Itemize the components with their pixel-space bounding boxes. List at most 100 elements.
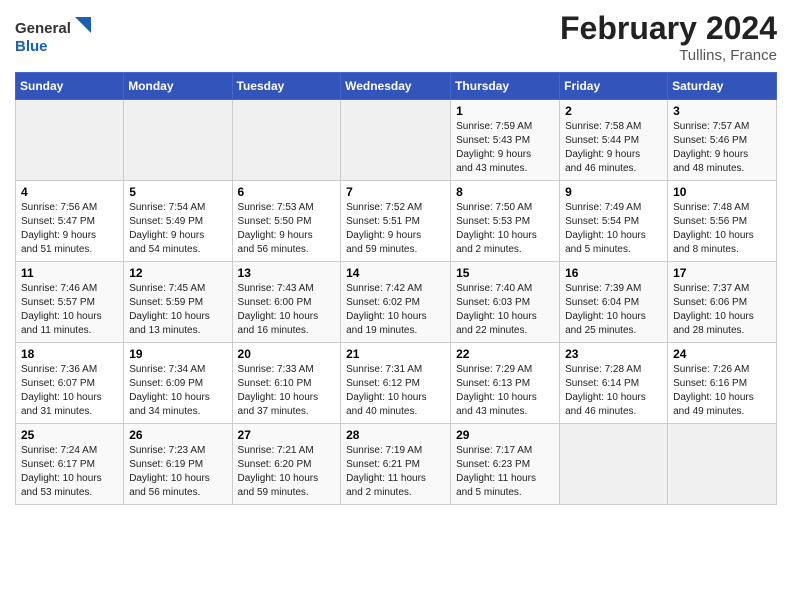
day-cell: 7 Sunrise: 7:52 AM Sunset: 5:51 PM Daylig… [341,181,451,262]
logo: GeneralBlue [15,15,95,55]
day-number: 9 [565,185,662,199]
day-number: 2 [565,104,662,118]
col-header-friday: Friday [560,73,668,100]
day-info: Sunrise: 7:39 AM Sunset: 6:04 PM Dayligh… [565,282,662,338]
day-number: 22 [456,347,554,361]
day-info: Sunrise: 7:33 AM Sunset: 6:10 PM Dayligh… [238,363,336,419]
day-info: Sunrise: 7:43 AM Sunset: 6:00 PM Dayligh… [238,282,336,338]
day-cell: 5 Sunrise: 7:54 AM Sunset: 5:49 PM Daylig… [124,181,232,262]
day-cell [668,424,777,505]
day-cell: 12 Sunrise: 7:45 AM Sunset: 5:59 PM Dayli… [124,262,232,343]
day-number: 29 [456,428,554,442]
location: Tullins, France [560,47,777,64]
day-cell: 26Sunrise: 7:23 AM Sunset: 6:19 PM Dayli… [124,424,232,505]
day-number: 18 [21,347,118,361]
day-info: Sunrise: 7:50 AM Sunset: 5:53 PM Dayligh… [456,201,554,257]
day-cell: 9 Sunrise: 7:49 AM Sunset: 5:54 PM Daylig… [560,181,668,262]
day-info: Sunrise: 7:31 AM Sunset: 6:12 PM Dayligh… [346,363,445,419]
day-cell: 2 Sunrise: 7:58 AM Sunset: 5:44 PM Daylig… [560,100,668,181]
day-number: 16 [565,266,662,280]
week-row-2: 4 Sunrise: 7:56 AM Sunset: 5:47 PM Daylig… [16,181,777,262]
col-header-wednesday: Wednesday [341,73,451,100]
col-header-saturday: Saturday [668,73,777,100]
day-cell: 1Sunrise: 7:59 AM Sunset: 5:43 PM Daylig… [451,100,560,181]
svg-text:Blue: Blue [15,38,48,55]
day-info: Sunrise: 7:42 AM Sunset: 6:02 PM Dayligh… [346,282,445,338]
day-number: 27 [238,428,336,442]
col-header-tuesday: Tuesday [232,73,341,100]
day-number: 28 [346,428,445,442]
day-info: Sunrise: 7:17 AM Sunset: 6:23 PM Dayligh… [456,444,554,500]
week-row-4: 18 Sunrise: 7:36 AM Sunset: 6:07 PM Dayli… [16,343,777,424]
day-info: Sunrise: 7:54 AM Sunset: 5:49 PM Dayligh… [129,201,226,257]
day-cell: 15 Sunrise: 7:40 AM Sunset: 6:03 PM Dayli… [451,262,560,343]
day-info: Sunrise: 7:24 AM Sunset: 6:17 PM Dayligh… [21,444,118,500]
calendar-header-row: SundayMondayTuesdayWednesdayThursdayFrid… [16,73,777,100]
day-number: 14 [346,266,445,280]
day-info: Sunrise: 7:19 AM Sunset: 6:21 PM Dayligh… [346,444,445,500]
day-cell: 21Sunrise: 7:31 AM Sunset: 6:12 PM Dayli… [341,343,451,424]
day-cell: 29 Sunrise: 7:17 AM Sunset: 6:23 PM Dayli… [451,424,560,505]
day-cell: 14 Sunrise: 7:42 AM Sunset: 6:02 PM Dayli… [341,262,451,343]
day-cell: 27 Sunrise: 7:21 AM Sunset: 6:20 PM Dayli… [232,424,341,505]
day-number: 19 [129,347,226,361]
day-info: Sunrise: 7:49 AM Sunset: 5:54 PM Dayligh… [565,201,662,257]
day-cell: 28 Sunrise: 7:19 AM Sunset: 6:21 PM Dayli… [341,424,451,505]
day-cell: 6Sunrise: 7:53 AM Sunset: 5:50 PM Daylig… [232,181,341,262]
day-number: 15 [456,266,554,280]
day-number: 7 [346,185,445,199]
day-number: 26 [129,428,226,442]
col-header-thursday: Thursday [451,73,560,100]
day-cell: 25 Sunrise: 7:24 AM Sunset: 6:17 PM Dayli… [16,424,124,505]
day-info: Sunrise: 7:52 AM Sunset: 5:51 PM Dayligh… [346,201,445,257]
day-cell: 3Sunrise: 7:57 AM Sunset: 5:46 PM Daylig… [668,100,777,181]
day-info: Sunrise: 7:58 AM Sunset: 5:44 PM Dayligh… [565,120,662,176]
day-cell: 24 Sunrise: 7:26 AM Sunset: 6:16 PM Dayli… [668,343,777,424]
day-info: Sunrise: 7:40 AM Sunset: 6:03 PM Dayligh… [456,282,554,338]
day-info: Sunrise: 7:26 AM Sunset: 6:16 PM Dayligh… [673,363,771,419]
day-cell: 23Sunrise: 7:28 AM Sunset: 6:14 PM Dayli… [560,343,668,424]
day-cell [124,100,232,181]
day-number: 20 [238,347,336,361]
day-info: Sunrise: 7:59 AM Sunset: 5:43 PM Dayligh… [456,120,554,176]
day-cell: 13 Sunrise: 7:43 AM Sunset: 6:00 PM Dayli… [232,262,341,343]
title-area: February 2024 Tullins, France [560,10,777,64]
day-info: Sunrise: 7:21 AM Sunset: 6:20 PM Dayligh… [238,444,336,500]
day-info: Sunrise: 7:48 AM Sunset: 5:56 PM Dayligh… [673,201,771,257]
day-number: 8 [456,185,554,199]
day-number: 5 [129,185,226,199]
day-cell: 16 Sunrise: 7:39 AM Sunset: 6:04 PM Dayli… [560,262,668,343]
day-cell [560,424,668,505]
day-number: 12 [129,266,226,280]
week-row-3: 11 Sunrise: 7:46 AM Sunset: 5:57 PM Dayli… [16,262,777,343]
day-cell [232,100,341,181]
day-info: Sunrise: 7:37 AM Sunset: 6:06 PM Dayligh… [673,282,771,338]
day-cell: 8 Sunrise: 7:50 AM Sunset: 5:53 PM Daylig… [451,181,560,262]
day-info: Sunrise: 7:29 AM Sunset: 6:13 PM Dayligh… [456,363,554,419]
day-number: 13 [238,266,336,280]
calendar-table: SundayMondayTuesdayWednesdayThursdayFrid… [15,72,777,505]
svg-text:General: General [15,20,71,37]
day-cell [341,100,451,181]
day-cell [16,100,124,181]
day-info: Sunrise: 7:56 AM Sunset: 5:47 PM Dayligh… [21,201,118,257]
col-header-monday: Monday [124,73,232,100]
day-number: 6 [238,185,336,199]
day-info: Sunrise: 7:46 AM Sunset: 5:57 PM Dayligh… [21,282,118,338]
day-number: 24 [673,347,771,361]
day-cell: 22 Sunrise: 7:29 AM Sunset: 6:13 PM Dayli… [451,343,560,424]
day-cell: 10Sunrise: 7:48 AM Sunset: 5:56 PM Dayli… [668,181,777,262]
day-info: Sunrise: 7:45 AM Sunset: 5:59 PM Dayligh… [129,282,226,338]
day-number: 11 [21,266,118,280]
day-number: 17 [673,266,771,280]
day-number: 25 [21,428,118,442]
col-header-sunday: Sunday [16,73,124,100]
week-row-5: 25 Sunrise: 7:24 AM Sunset: 6:17 PM Dayli… [16,424,777,505]
day-number: 3 [673,104,771,118]
month-title: February 2024 [560,10,777,47]
day-number: 4 [21,185,118,199]
day-info: Sunrise: 7:36 AM Sunset: 6:07 PM Dayligh… [21,363,118,419]
logo-svg: GeneralBlue [15,15,95,55]
day-cell: 19Sunrise: 7:34 AM Sunset: 6:09 PM Dayli… [124,343,232,424]
day-number: 23 [565,347,662,361]
